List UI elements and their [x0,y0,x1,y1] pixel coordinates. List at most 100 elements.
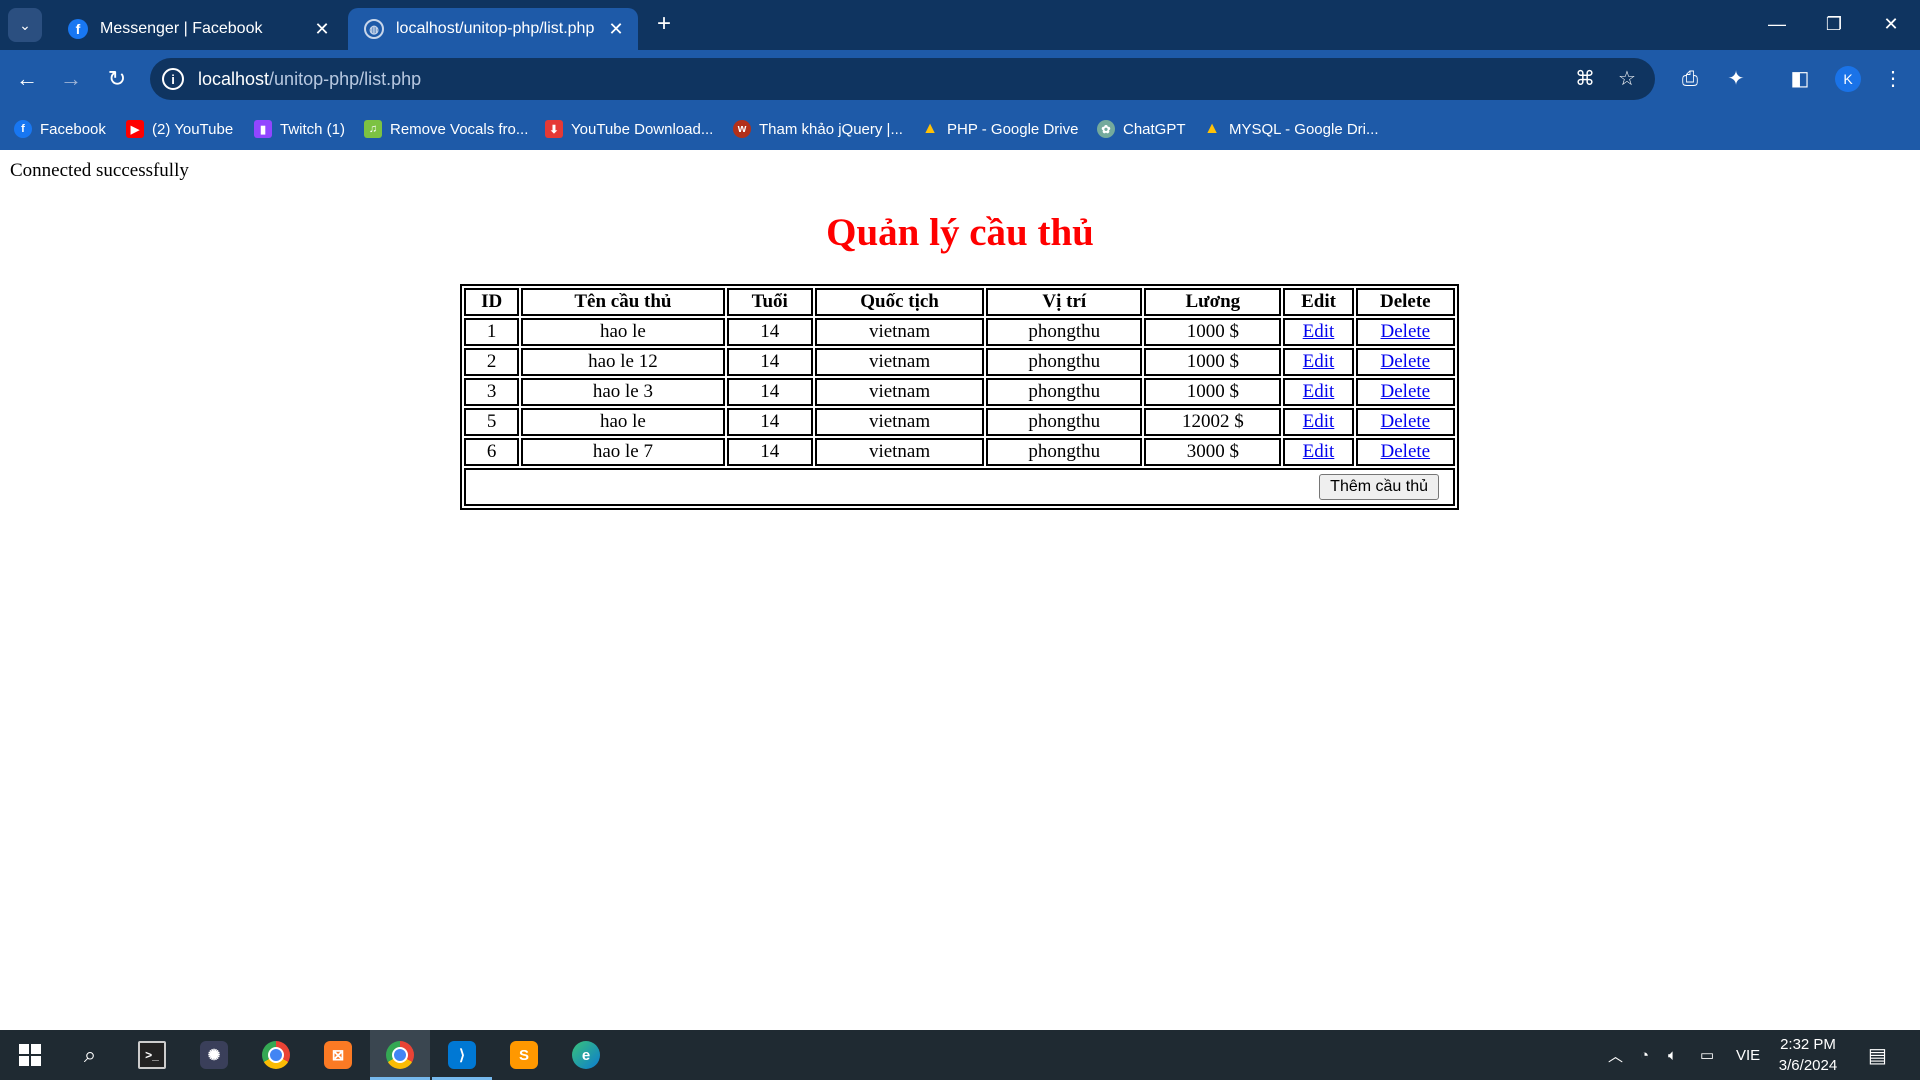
tab-search-button[interactable]: ⌄ [8,8,42,42]
delete-link[interactable]: Delete [1381,411,1431,432]
page-title: Quản lý cầu thủ [826,211,1094,254]
network-icon: ◔ [1640,1046,1650,1064]
facebook-icon: f [68,19,88,39]
tray-overflow[interactable]: ︿ [1608,1030,1623,1080]
header-nationality: Quốc tịch [814,288,985,316]
side-panel-icon[interactable]: ◧ [1787,66,1813,92]
clock-time: 2:32 PM [1780,1036,1836,1053]
cell-edit: Edit [1283,378,1354,406]
taskbar-davinci[interactable]: ✺ [184,1030,244,1080]
bookmark-star-icon[interactable]: ☆ [1615,67,1639,91]
cell-edit: Edit [1283,438,1354,466]
header-position: Vị trí [986,288,1143,316]
bookmark-chatgpt[interactable]: ✿ ChatGPT [1097,118,1186,140]
bookmark-php-drive[interactable]: ▲ PHP - Google Drive [921,118,1078,140]
cell-name: hao le 7 [521,438,725,466]
address-bar[interactable]: i localhost/unitop-php/list.php ⌘ ☆ [150,58,1655,100]
close-icon[interactable]: ✕ [606,19,626,40]
google-drive-icon: ▲ [922,120,938,137]
bookmark-jquery[interactable]: w Tham khảo jQuery |... [733,118,903,140]
add-player-button[interactable]: Thêm cầu thủ [1319,474,1439,500]
header-delete: Delete [1355,288,1455,316]
translate-icon[interactable]: ⌘ [1573,67,1597,91]
page-content: Connected successfully Quản lý cầu thủ I… [0,150,1920,1030]
reload-button[interactable]: ↻ [102,64,132,94]
start-icon [19,1044,41,1066]
edit-link[interactable]: Edit [1303,351,1335,372]
bookmark-youtube-download[interactable]: ⬇ YouTube Download... [545,118,713,140]
start-button[interactable] [0,1030,60,1080]
browser-toolbar: ← → ↻ i localhost/unitop-php/list.php ⌘ … [0,50,1920,108]
cell-age: 14 [726,348,813,376]
taskbar-terminal[interactable]: >_ [122,1030,182,1080]
battery-icon: ▭ [1700,1047,1715,1064]
delete-link[interactable]: Delete [1381,441,1431,462]
facebook-icon: f [14,120,32,138]
edit-link[interactable]: Edit [1303,441,1335,462]
site-info-icon[interactable]: i [162,68,184,90]
delete-link[interactable]: Delete [1381,351,1431,372]
taskbar-vscode[interactable]: ⟩ [432,1030,492,1080]
cell-delete: Delete [1355,438,1455,466]
clock[interactable]: 2:32 PM 3/6/2024 [1760,1034,1856,1076]
header-id: ID [464,288,520,316]
tab-messenger[interactable]: f Messenger | Facebook ✕ [52,8,344,50]
tab-localhost[interactable]: ◍ localhost/unitop-php/list.php ✕ [348,8,638,50]
cell-edit: Edit [1283,408,1354,436]
header-name: Tên cầu thủ [521,288,725,316]
header-age: Tuổi [726,288,813,316]
bookmark-facebook[interactable]: f Facebook [14,118,106,140]
extensions-icon[interactable]: ✦ [1723,66,1749,92]
bookmark-remove-vocals[interactable]: ♫ Remove Vocals fro... [364,118,528,140]
url-host: localhost [198,68,270,89]
new-tab-button[interactable]: + [650,10,678,38]
close-window-button[interactable]: ✕ [1871,10,1911,38]
forward-button[interactable]: → [56,64,86,94]
bookmark-twitch[interactable]: ▮ Twitch (1) [254,118,345,140]
volume-icon: 🔈︎ [1668,1046,1678,1064]
tray-network[interactable]: ◔ [1640,1030,1649,1080]
delete-link[interactable]: Delete [1381,321,1431,342]
taskbar-chrome[interactable] [246,1030,306,1080]
tray-volume[interactable]: 🔈︎ [1668,1030,1677,1080]
cell-salary: 1000 $ [1144,348,1282,376]
table-row: 5 hao le 14 vietnam phongthu 12002 $ Edi… [464,408,1455,436]
taskbar-sublime[interactable]: S [494,1030,554,1080]
tray-battery[interactable]: ▭ [1700,1030,1714,1080]
globe-icon: ◍ [364,19,384,39]
player-table-wrapper: ID Tên cầu thủ Tuổi Quốc tịch Vị trí Lươ… [460,284,1459,510]
youtube-icon: ▶ [126,120,144,138]
tray-language[interactable]: VIE [1736,1030,1760,1080]
edge-icon: e [572,1041,600,1069]
cell-nationality: vietnam [814,408,985,436]
connection-status: Connected successfully [10,160,189,181]
tab-title: localhost/unitop-php/list.php [396,20,595,37]
cell-id: 3 [464,378,520,406]
taskbar-edge[interactable]: e [556,1030,616,1080]
url-path: /unitop-php/list.php [269,68,422,89]
edit-link[interactable]: Edit [1303,321,1335,342]
edit-link[interactable]: Edit [1303,411,1335,432]
restore-button[interactable]: ❐ [1814,10,1854,38]
taskbar-search-button[interactable]: ⌕ [60,1030,120,1080]
bookmark-mysql-drive[interactable]: ▲ MYSQL - Google Dri... [1203,118,1378,140]
chevron-up-icon: ︿ [1608,1047,1624,1065]
edit-link[interactable]: Edit [1303,381,1335,402]
taskbar-chrome-profile[interactable] [370,1030,430,1080]
cell-delete: Delete [1355,408,1455,436]
profile-avatar[interactable]: K [1835,66,1861,92]
table-footer-row: Thêm cầu thủ [464,468,1455,506]
add-player-cell: Thêm cầu thủ [464,468,1455,506]
google-drive-icon: ▲ [1204,120,1220,137]
notifications-button[interactable]: ▤ [1868,1030,1887,1080]
bookmark-youtube[interactable]: ▶ (2) YouTube [126,118,233,140]
delete-link[interactable]: Delete [1381,381,1431,402]
back-button[interactable]: ← [12,64,42,94]
minimize-button[interactable]: — [1757,10,1797,38]
cell-id: 1 [464,318,520,346]
table-row: 6 hao le 7 14 vietnam phongthu 3000 $ Ed… [464,438,1455,466]
close-icon[interactable]: ✕ [312,19,332,40]
taskbar-xampp[interactable]: ⊠ [308,1030,368,1080]
menu-icon[interactable]: ⋮ [1880,66,1906,92]
install-app-icon[interactable]: ⎙ [1677,66,1703,92]
